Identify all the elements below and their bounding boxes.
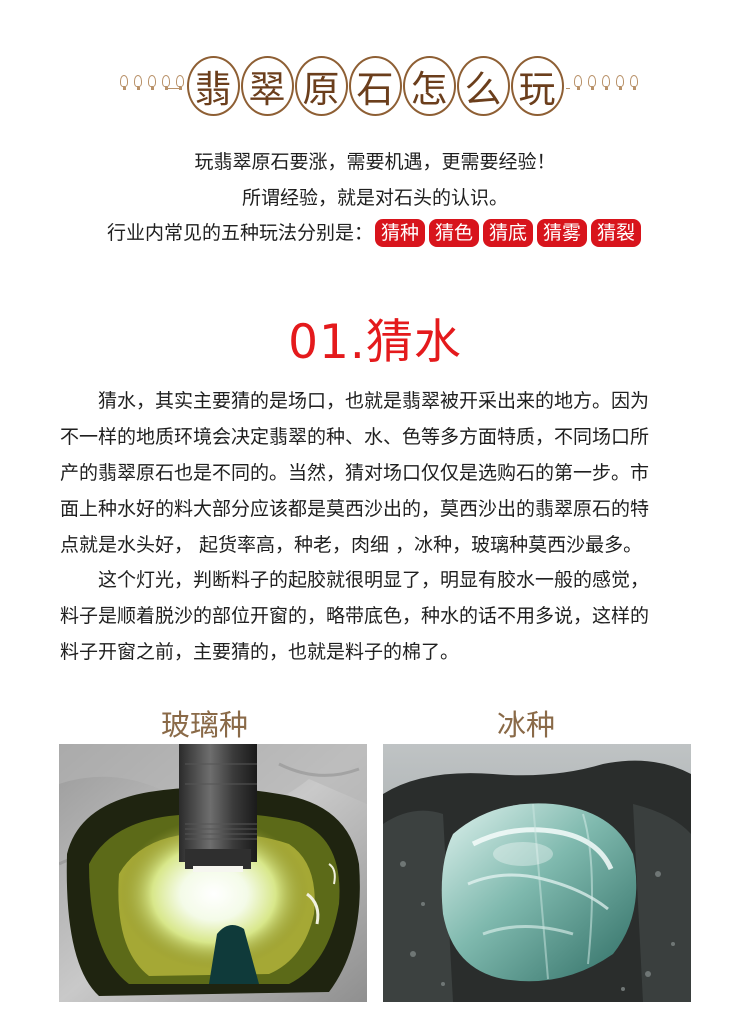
- bulb-icon: [602, 75, 610, 90]
- bulb-icon: [134, 75, 142, 90]
- bulb-icon: [176, 75, 184, 90]
- banner-divider-right: [566, 88, 570, 89]
- intro-line-2: 所谓经验，就是对石头的认识。: [241, 187, 508, 209]
- tag-guess-variety: 猜种: [374, 219, 425, 247]
- bulb-decoration-left: [120, 75, 184, 90]
- paragraph-line: 这个灯光，判断料子的起胶就很明显了，明显有胶水一般的感觉，: [60, 569, 650, 591]
- bulb-icon: [616, 75, 624, 90]
- title-char: 翡: [186, 56, 240, 116]
- jade-photo-glass-variety: [59, 744, 367, 1002]
- paragraph-line: 料子开窗之前，主要猜的，也就是料子的棉了。: [60, 641, 460, 663]
- bulb-decoration-right: [574, 75, 638, 90]
- title-banner: 翡 翠 原 石 怎 么 玩: [0, 48, 750, 128]
- title-char: 玩: [510, 56, 564, 116]
- tag-guess-color: 猜色: [428, 219, 479, 247]
- bulb-icon: [588, 75, 596, 90]
- title-char: 翠: [240, 56, 294, 116]
- intro-line-3: 行业内常见的五种玩法分别是： 猜种 猜色 猜底 猜雾 猜裂: [0, 218, 750, 247]
- bulb-icon: [630, 75, 638, 90]
- intro-line-3-prefix: 行业内常见的五种玩法分别是：: [106, 222, 373, 244]
- page-title: 翡 翠 原 石 怎 么 玩: [185, 56, 565, 120]
- paragraph-2: 这个灯光，判断料子的起胶就很明显了，明显有胶水一般的感觉， 料子是顺着脱沙的部位…: [60, 562, 720, 670]
- paragraph-line: 猜水，其实主要猜的是场口，也就是翡翠被开采出来的地方。因为: [60, 390, 650, 412]
- tag-guess-fog: 猜雾: [537, 219, 588, 247]
- paragraph-line: 面上种水好的料大部分应该都是莫西沙出的，莫西沙出的翡翠原石的特: [60, 498, 650, 520]
- title-char: 石: [348, 56, 402, 116]
- section-heading: 01.猜水: [288, 315, 462, 370]
- paragraph-line: 产的翡翠原石也是不同的。当然，猜对场口仅仅是选购石的第一步。市: [60, 462, 650, 484]
- tag-guess-crack: 猜裂: [591, 219, 642, 247]
- title-char: 怎: [402, 56, 456, 116]
- title-char: 原: [294, 56, 348, 116]
- paragraph-line: 点就是水头好， 起货率高，种老，肉细 ，冰种，玻璃种莫西沙最多。: [60, 534, 643, 556]
- paragraph-1: 猜水，其实主要猜的是场口，也就是翡翠被开采出来的地方。因为 不一样的地质环境会决…: [60, 383, 720, 563]
- paragraph-line: 料子是顺着脱沙的部位开窗的，略带底色，种水的话不用多说，这样的: [60, 605, 650, 627]
- banner-divider-left: [166, 88, 182, 89]
- page: 翡 翠 原 石 怎 么 玩 玩翡翠原石要涨，需要机遇，更需要经验！ 所谓经验，就…: [0, 0, 750, 1032]
- bulb-icon: [120, 75, 128, 90]
- intro-line-1: 玩翡翠原石要涨，需要机遇，更需要经验！: [194, 151, 556, 173]
- jade-photo-ice-variety: [383, 744, 691, 1002]
- tag-guess-base: 猜底: [483, 219, 534, 247]
- bulb-icon: [574, 75, 582, 90]
- bulb-icon: [148, 75, 156, 90]
- caption-glass-variety: 玻璃种: [161, 708, 249, 742]
- bulb-icon: [162, 75, 170, 90]
- paragraph-line: 不一样的地质环境会决定翡翠的种、水、色等多方面特质，不同场口所: [60, 426, 650, 448]
- title-char: 么: [456, 56, 510, 116]
- caption-ice-variety: 冰种: [497, 708, 556, 742]
